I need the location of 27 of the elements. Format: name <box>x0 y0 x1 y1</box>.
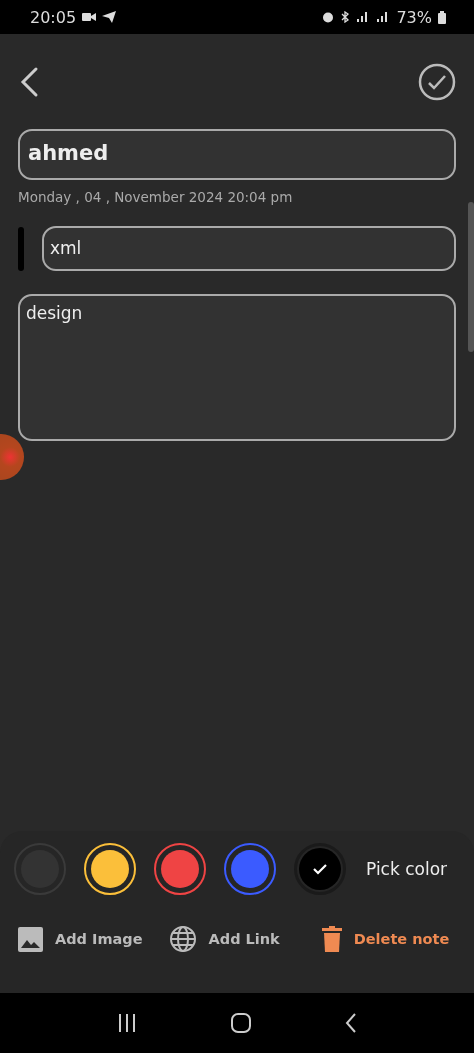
check-icon <box>312 863 328 875</box>
recent-apps-icon[interactable] <box>117 1014 137 1032</box>
globe-icon <box>168 925 197 953</box>
title-field[interactable]: ahmed <box>18 129 456 180</box>
pick-color-button[interactable]: Pick color <box>366 859 448 879</box>
paper-plane-icon <box>102 11 117 23</box>
bluetooth-icon <box>340 11 351 23</box>
action-button[interactable]: Add Image <box>18 926 143 952</box>
back-icon[interactable] <box>18 65 40 98</box>
video-icon <box>82 12 97 22</box>
image-icon <box>18 926 43 952</box>
action-button[interactable]: Add Link <box>168 925 280 953</box>
color-swatch[interactable] <box>294 843 346 895</box>
clock-time: 20:05 <box>30 7 77 27</box>
note-body-field[interactable]: design <box>18 294 456 441</box>
battery-icon <box>438 10 446 24</box>
battery-level: 73% <box>396 7 432 27</box>
category-field[interactable]: xml <box>42 226 456 271</box>
back-icon[interactable] <box>345 1013 357 1033</box>
trash-icon <box>321 926 342 952</box>
check-circle-icon[interactable] <box>418 62 456 101</box>
color-swatch[interactable] <box>154 843 206 895</box>
action-button[interactable]: Delete note <box>321 926 450 952</box>
category-color-bar <box>18 226 24 271</box>
note-date: Monday , 04 , November 2024 20:04 pm <box>18 189 294 205</box>
color-swatch[interactable] <box>224 843 276 895</box>
home-icon[interactable] <box>231 1013 251 1033</box>
